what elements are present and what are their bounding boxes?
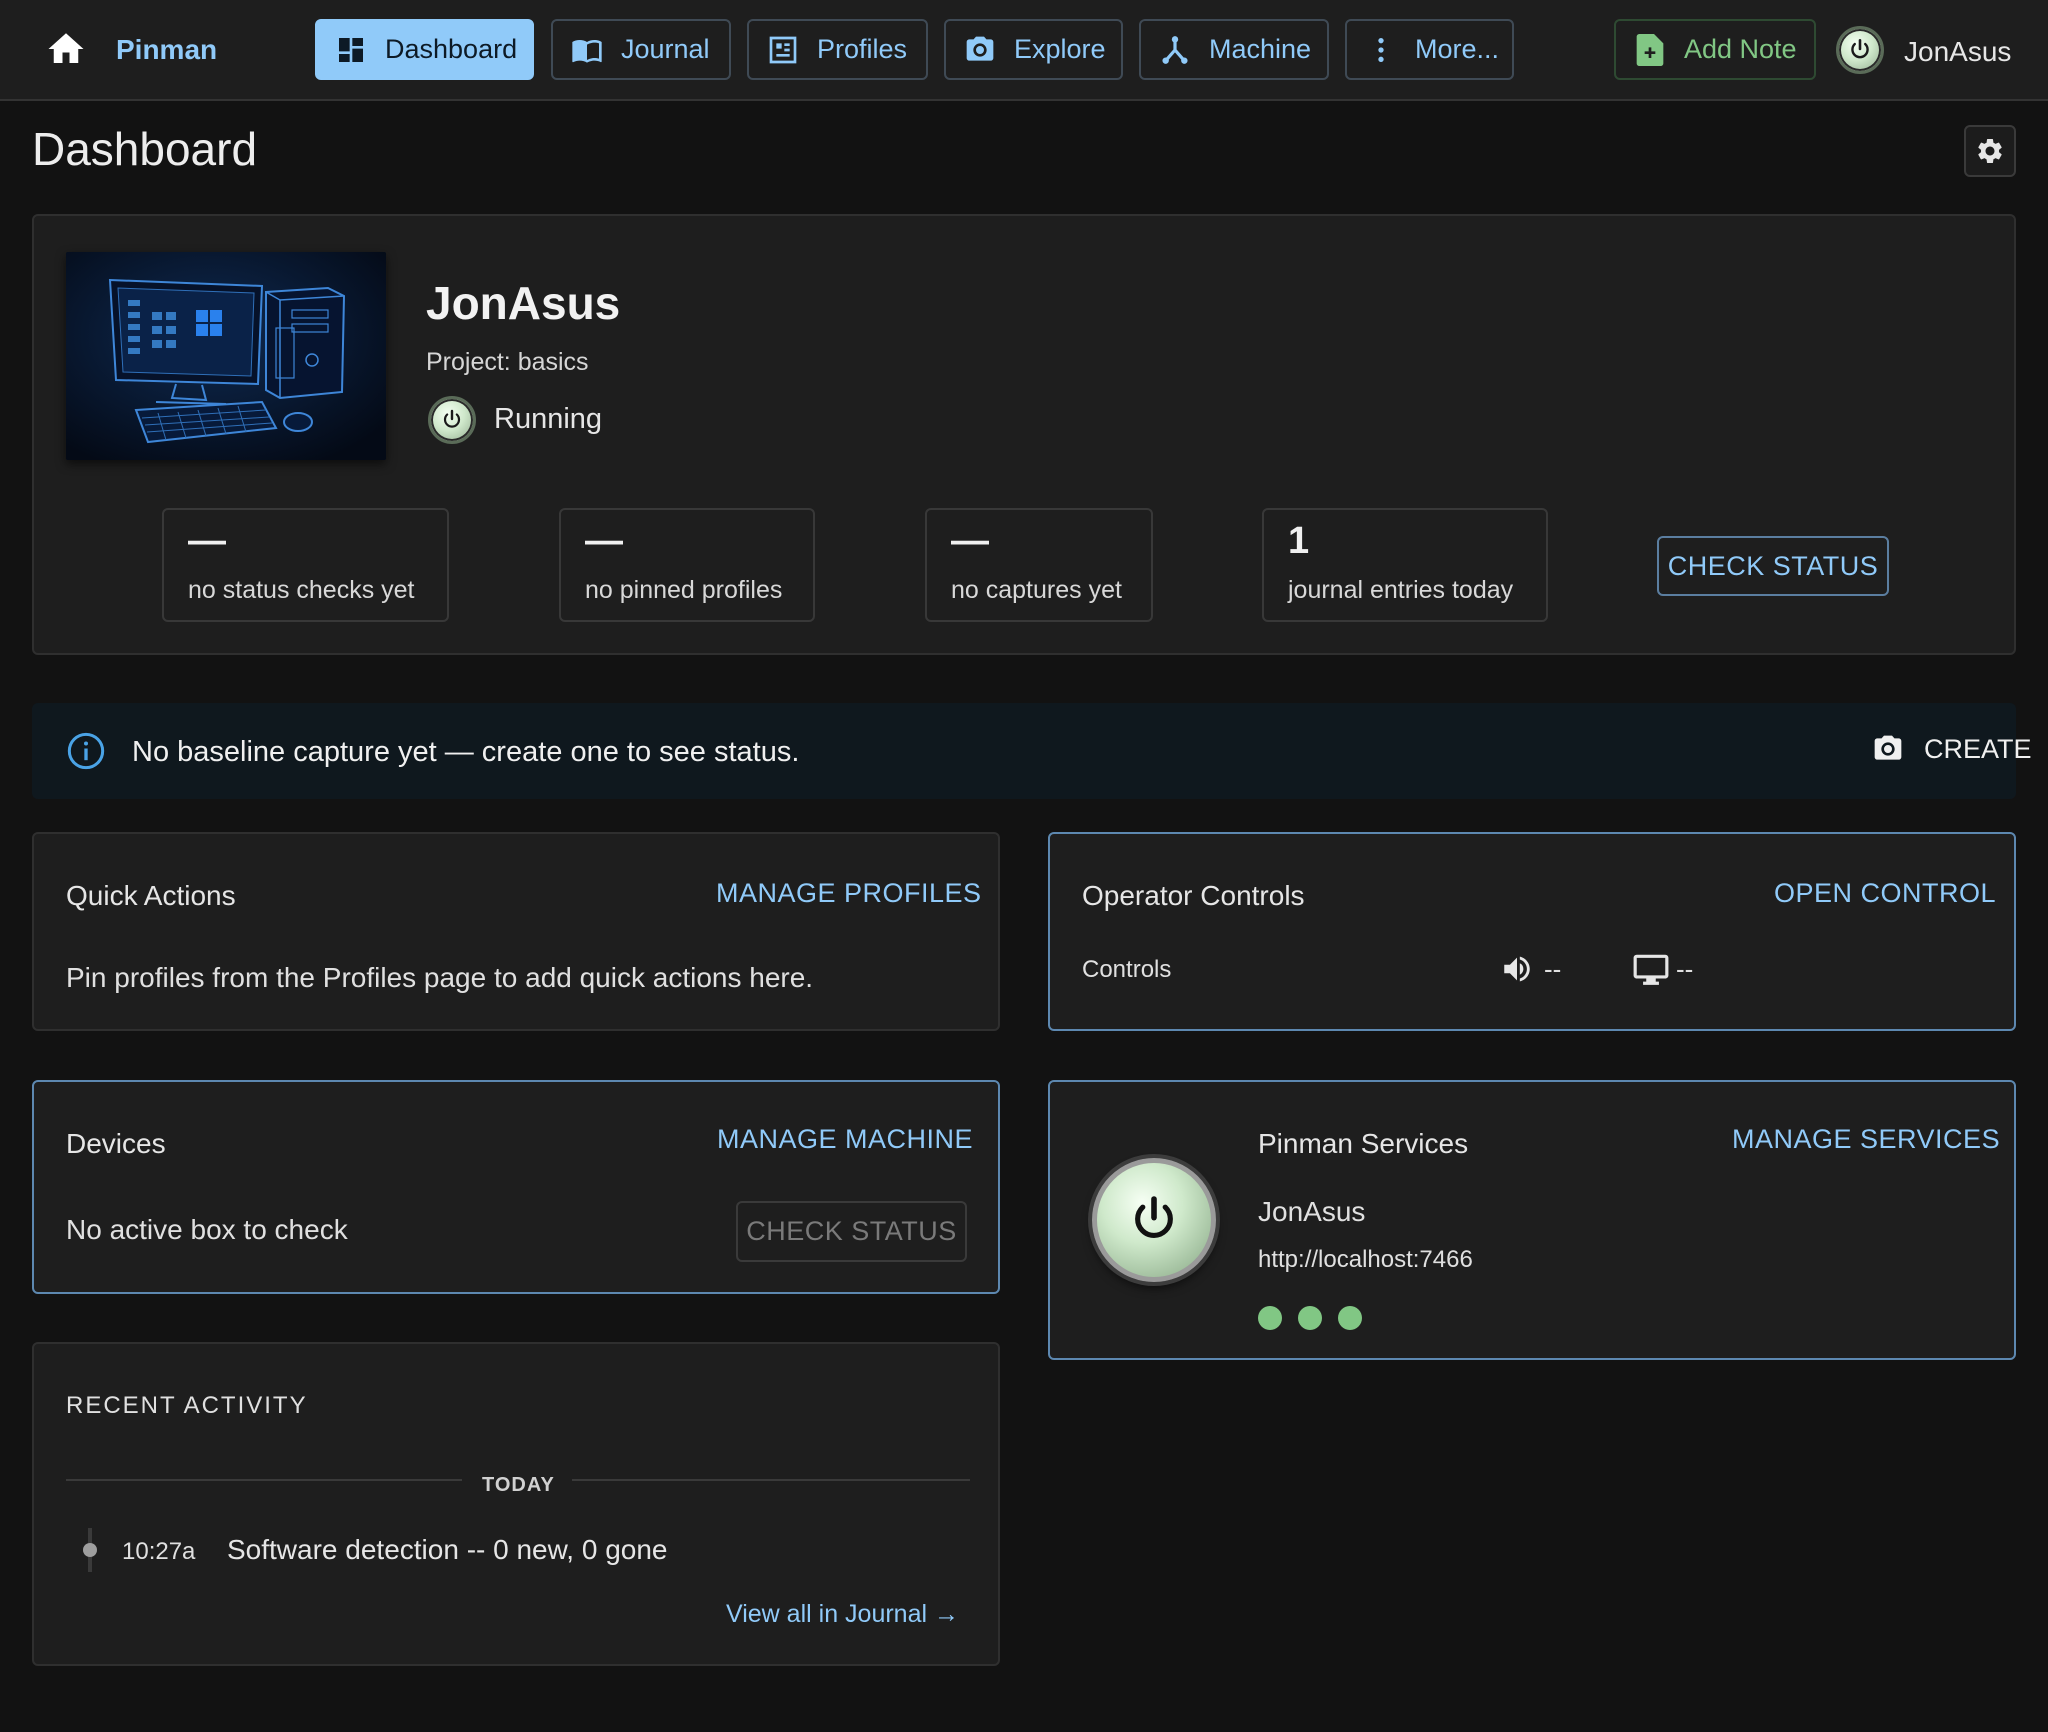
activity-time: 10:27a [122,1538,196,1565]
tab-label: Explore [1014,34,1106,64]
home-icon[interactable] [44,28,88,70]
tab-label: Journal [621,34,710,64]
stat-pinned-profiles: — no pinned profiles [559,508,815,622]
camera-icon [966,36,994,61]
controls-label: Controls [1082,956,1172,983]
profiles-icon [769,36,797,63]
quick-actions-empty-text: Pin profiles from the Profiles page to a… [66,962,814,993]
machine-status: Running [494,403,603,435]
running-power-icon [428,396,476,444]
open-control-link[interactable]: OPEN CONTROL [1774,878,1996,909]
display-value: -- [1676,954,1694,984]
recent-activity-card: RECENT ACTIVITY TODAY 10:27a Software de… [32,1342,1000,1666]
devices-card: Devices MANAGE MACHINE No active box to … [32,1080,1000,1294]
network-icon [1162,35,1188,64]
service-url: http://localhost:7466 [1258,1246,1473,1273]
camera-icon [1874,735,1902,760]
user-status-power-icon[interactable] [1836,26,1884,74]
machine-summary-card: JonAsus Project: basics Running — no sta… [32,214,2016,655]
pinman-services-card: Pinman Services MANAGE SERVICES JonAsus … [1048,1080,2016,1360]
stat-value: — [951,520,989,562]
service-status-dot [1258,1306,1282,1330]
section-title: RECENT ACTIVITY [66,1392,308,1419]
check-status-button[interactable]: CHECK STATUS [1657,536,1889,596]
divider [66,1479,462,1481]
activity-text[interactable]: Software detection -- 0 new, 0 gone [227,1534,668,1566]
stat-label: no pinned profiles [585,576,783,604]
tab-journal[interactable]: Journal [551,19,731,80]
stat-captures: — no captures yet [925,508,1153,622]
operator-controls-card: Operator Controls OPEN CONTROL Controls … [1048,832,2016,1031]
tab-profiles[interactable]: Profiles [747,19,928,80]
tab-dashboard[interactable]: Dashboard [315,19,534,80]
settings-button[interactable] [1964,125,2016,177]
stat-status-checks: — no status checks yet [162,508,449,622]
gear-icon [1978,139,2002,163]
stat-value: — [585,520,623,562]
service-status-dot [1338,1306,1362,1330]
divider [572,1479,970,1481]
tab-label: More... [1415,34,1500,64]
book-icon [572,39,602,63]
service-status-dot [1298,1306,1322,1330]
tab-label: Machine [1209,34,1312,64]
card-title: Devices [66,1128,166,1159]
volume-value: -- [1544,954,1562,984]
tab-more[interactable]: More... [1345,19,1514,80]
user-name[interactable]: JonAsus [1904,36,2011,68]
view-all-journal-link[interactable]: View all in Journal → [726,1600,959,1629]
tab-label: Dashboard [385,34,518,64]
add-note-icon [1636,33,1664,66]
tab-machine[interactable]: Machine [1139,19,1329,80]
create-label: CREATE [1924,733,2032,764]
page-title: Dashboard [32,123,258,175]
timeline-dot [83,1543,97,1557]
service-name: JonAsus [1258,1196,1366,1227]
devices-check-status-button[interactable]: CHECK STATUS [736,1201,967,1262]
info-icon [67,732,105,770]
baseline-alert: No baseline capture yet — create one to … [32,703,2032,799]
activity-group-label: TODAY [482,1474,555,1496]
machine-name: JonAsus [426,277,621,329]
stat-label: no captures yet [951,576,1122,604]
stat-value: — [188,520,226,562]
quick-actions-card: Quick Actions MANAGE PROFILES Pin profil… [32,832,1000,1031]
alert-message: No baseline capture yet — create one to … [132,736,800,768]
stat-journal-entries: 1 journal entries today [1262,508,1548,622]
stat-label: journal entries today [1288,576,1514,604]
manage-services-link[interactable]: MANAGE SERVICES [1732,1124,2000,1155]
card-title: Pinman Services [1258,1128,1469,1159]
stat-label: no status checks yet [188,576,415,604]
add-note-label: Add Note [1684,34,1797,64]
stat-value: 1 [1288,520,1310,562]
card-title: Quick Actions [66,880,236,911]
tab-label: Profiles [817,34,908,64]
create-capture-button[interactable]: CREATE [1872,733,2032,765]
manage-machine-link[interactable]: MANAGE MACHINE [717,1124,973,1155]
add-note-button[interactable]: Add Note [1614,19,1816,80]
brand-name[interactable]: Pinman [116,34,217,66]
monitor-icon[interactable] [1632,950,1670,988]
volume-icon[interactable] [1500,952,1534,986]
card-title: Operator Controls [1082,880,1305,911]
top-navigation-bar: Pinman Dashboard Journal Profiles Explor… [0,0,2048,101]
manage-profiles-link[interactable]: MANAGE PROFILES [716,878,982,909]
devices-empty-text: No active box to check [66,1214,348,1245]
dashboard-icon [339,37,363,62]
service-power-icon[interactable] [1092,1158,1216,1282]
machine-image [66,252,386,460]
machine-project: Project: basics [426,348,589,376]
more-vertical-icon [1378,37,1384,62]
tab-explore[interactable]: Explore [944,19,1123,80]
